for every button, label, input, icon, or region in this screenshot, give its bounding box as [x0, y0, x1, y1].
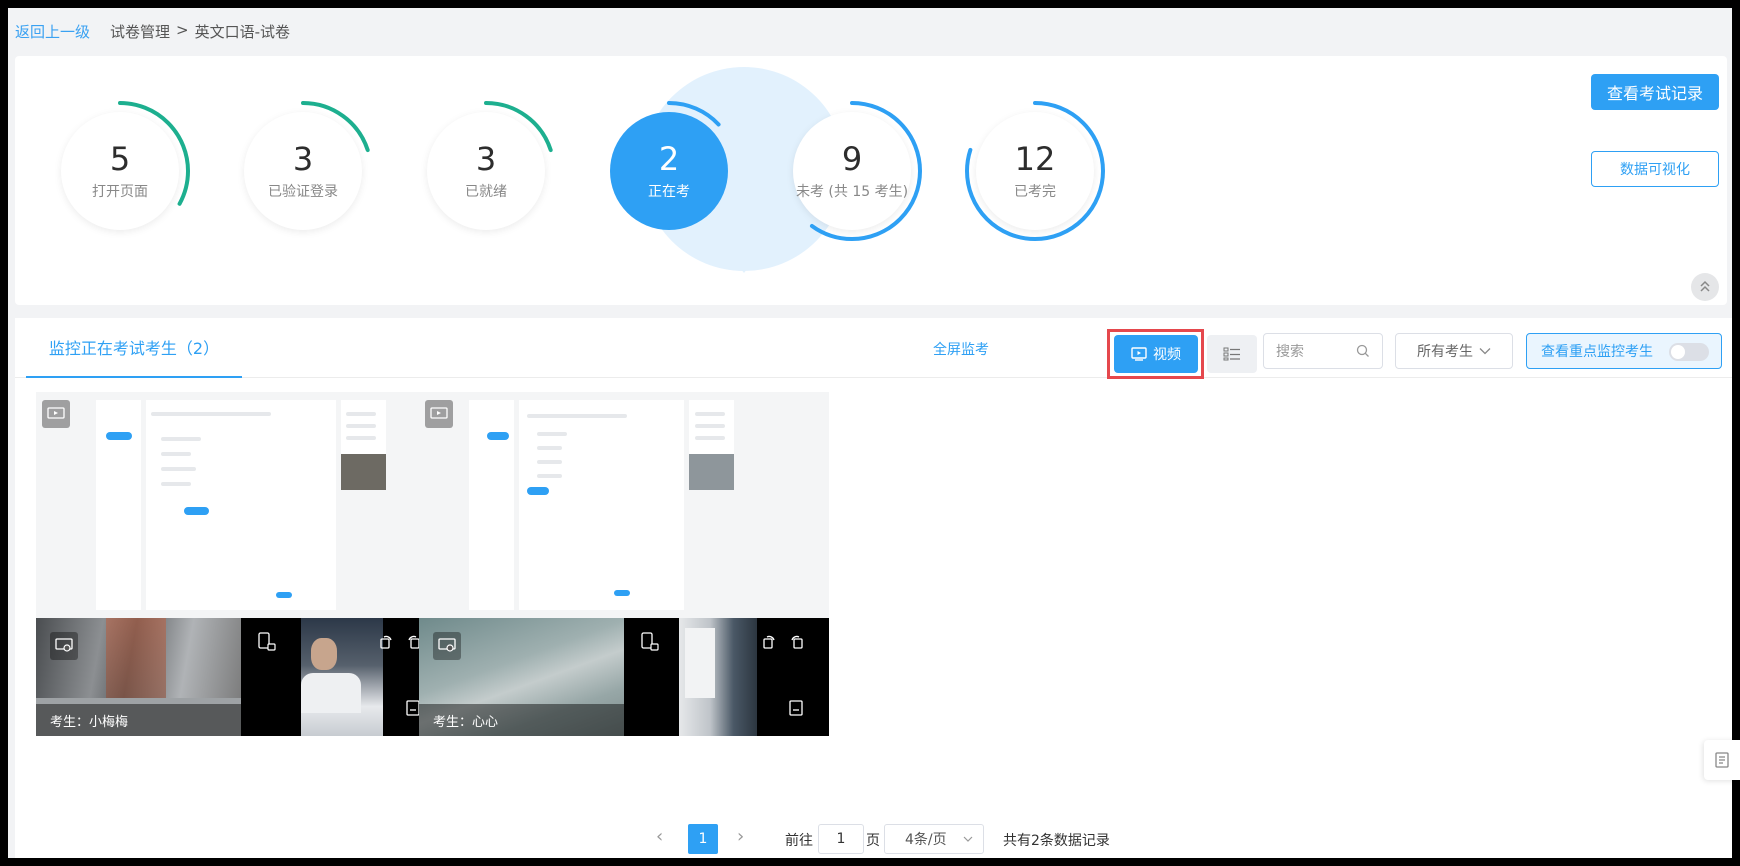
- stat-count: 3: [475, 140, 497, 178]
- screen-recording-icon: [42, 400, 70, 428]
- stat-count: 3: [292, 140, 314, 178]
- video-view-label: 视频: [1153, 347, 1181, 363]
- search-input[interactable]: 搜索: [1263, 333, 1383, 369]
- video-view-button[interactable]: 视频: [1114, 335, 1198, 373]
- list-view-button[interactable]: [1207, 335, 1257, 373]
- chevron-down-icon: [963, 836, 973, 842]
- rotate-right-icon[interactable]: [789, 634, 805, 650]
- stat-ready[interactable]: 3 已就绪: [408, 93, 564, 249]
- list-icon: [1223, 347, 1240, 361]
- search-icon: [1356, 344, 1369, 357]
- breadcrumb: 返回上一级 试卷管理 > 英文口语-试卷: [15, 21, 290, 42]
- monitor-toolbar: 监控正在考试考生（2） 全屏监考 视频 搜索 所有考生 查看重点监控考生: [15, 318, 1732, 379]
- goto-label: 前往: [785, 833, 813, 849]
- stat-not-started[interactable]: 9 未考 (共 15 考生): [774, 93, 930, 249]
- candidate-name: 考生：心心: [419, 704, 624, 736]
- notes-icon[interactable]: [789, 700, 803, 716]
- page-current[interactable]: 1: [688, 824, 718, 854]
- mobile-camera-icon: [256, 632, 276, 652]
- page-unit-label: 页: [866, 833, 880, 849]
- stat-label: 已考完: [1014, 184, 1056, 200]
- candidate-filter-value: 所有考生: [1417, 344, 1473, 360]
- breadcrumb-current: 英文口语-试卷: [194, 23, 291, 41]
- camera-icon: [50, 632, 78, 660]
- breadcrumb-separator: >: [176, 21, 189, 39]
- prev-page-icon[interactable]: ‹: [656, 826, 663, 847]
- stat-label: 已就绪: [465, 184, 507, 200]
- breadcrumb-item[interactable]: 试卷管理: [110, 21, 170, 42]
- search-placeholder: 搜索: [1276, 344, 1304, 360]
- video-icon: [1131, 347, 1147, 361]
- side-notes-tab[interactable]: [1704, 740, 1740, 780]
- page-size-value: 4条/页: [905, 832, 947, 848]
- stat-finished[interactable]: 12 已考完: [957, 93, 1113, 249]
- candidate-card[interactable]: 考生：小梅梅: [36, 392, 446, 736]
- notes-icon[interactable]: [406, 700, 420, 716]
- mobile-camera-icon: [639, 632, 659, 652]
- stat-label: 打开页面: [92, 184, 148, 200]
- stats-panel: 5 打开页面 3 已验证登录 3 已就绪 2 正在考 9 未考 (共 15 考生) 12 已…: [15, 56, 1727, 305]
- screen-capture: [36, 392, 446, 618]
- camera-icon: [433, 632, 461, 660]
- notes-icon: [1715, 752, 1729, 768]
- stat-opened[interactable]: 5 打开页面: [42, 93, 198, 249]
- screen-capture: [419, 392, 829, 618]
- stat-count: 2: [658, 140, 680, 178]
- focus-candidates-filter[interactable]: 查看重点监控考生: [1526, 333, 1722, 369]
- stat-label: 已验证登录: [268, 184, 338, 200]
- chevron-down-icon: [1479, 348, 1491, 355]
- focus-label: 查看重点监控考生: [1541, 344, 1653, 360]
- stat-label: 未考 (共 15 考生): [795, 184, 909, 200]
- tab-monitoring[interactable]: 监控正在考试考生（2）: [26, 318, 242, 378]
- candidate-filter-select[interactable]: 所有考生: [1395, 333, 1513, 369]
- stat-count: 5: [109, 140, 131, 178]
- fullscreen-monitor-link[interactable]: 全屏监考: [933, 339, 989, 359]
- data-visualization-button[interactable]: 数据可视化: [1591, 151, 1719, 187]
- monitor-panel: 监控正在考试考生（2） 全屏监考 视频 搜索 所有考生 查看重点监控考生 考生：…: [15, 318, 1732, 858]
- collapse-icon[interactable]: [1691, 273, 1719, 301]
- rotate-left-icon[interactable]: [378, 634, 394, 650]
- breadcrumb-path: 试卷管理 > 英文口语-试卷: [110, 21, 290, 42]
- screen-recording-icon: [425, 400, 453, 428]
- stat-label: 正在考: [648, 184, 690, 200]
- back-link[interactable]: 返回上一级: [15, 21, 90, 42]
- stat-in-progress[interactable]: 2 正在考: [591, 93, 747, 249]
- next-page-icon[interactable]: ›: [737, 826, 744, 847]
- total-records: 共有2条数据记录: [1003, 833, 1110, 849]
- stat-verified[interactable]: 3 已验证登录: [225, 93, 381, 249]
- candidate-card[interactable]: 考生：心心: [419, 392, 829, 736]
- view-records-button[interactable]: 查看考试记录: [1591, 74, 1719, 110]
- stat-count: 9: [841, 140, 863, 178]
- page-jump-input[interactable]: 1: [818, 824, 864, 854]
- stat-count: 12: [1014, 140, 1056, 178]
- rotate-left-icon[interactable]: [761, 634, 777, 650]
- focus-toggle[interactable]: [1669, 343, 1709, 361]
- candidate-name: 考生：小梅梅: [36, 704, 241, 736]
- app-frame: 返回上一级 试卷管理 > 英文口语-试卷 5 打开页面 3 已验证登录 3 已就绪 2…: [8, 8, 1732, 858]
- page-size-select[interactable]: 4条/页: [884, 824, 984, 854]
